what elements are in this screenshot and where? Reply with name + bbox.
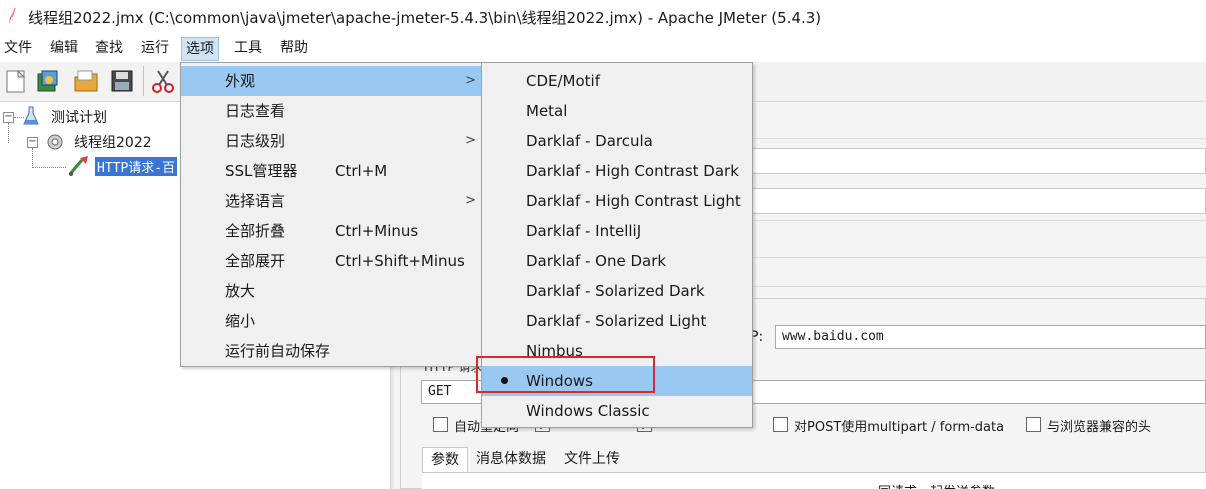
laf-darklaf-intellij[interactable]: Darklaf - IntelliJ (482, 216, 752, 246)
annotation-highlight-box (476, 356, 655, 393)
laf-windows-classic[interactable]: Windows Classic (482, 396, 752, 426)
menu-item-label: 外观 (225, 72, 256, 90)
laf-cde-motif[interactable]: CDE/Motif (482, 66, 752, 96)
menu-item-label: SSL管理器 (225, 162, 298, 180)
laf-label: Darklaf - Solarized Light (526, 312, 707, 330)
laf-label: Darklaf - One Dark (526, 252, 667, 270)
options-menu: 外观 > 日志查看 日志级别 > SSL管理器 Ctrl+M 选择语言 > 全部… (180, 62, 483, 367)
laf-label: Darklaf - Solarized Dark (526, 282, 705, 300)
menu-item-label: 运行前自动保存 (225, 342, 331, 360)
menu-item-log-level[interactable]: 日志级别 > (181, 126, 482, 156)
menu-item-zoom-out[interactable]: 缩小 (181, 306, 482, 336)
server-name-input[interactable]: www.baidu.com (775, 325, 1206, 349)
menu-file[interactable]: 文件 (0, 37, 36, 61)
new-icon[interactable] (3, 68, 29, 94)
tree-node-thread-group[interactable]: 线程组2022 (74, 132, 152, 152)
menu-edit[interactable]: 编辑 (46, 37, 82, 61)
multipart-label: 对POST使用multipart / form-data (794, 420, 1005, 435)
menu-help[interactable]: 帮助 (276, 37, 312, 61)
collapse-toggle-icon[interactable]: − (3, 112, 14, 123)
submenu-arrow-icon: > (465, 73, 476, 88)
menu-run[interactable]: 运行 (137, 37, 173, 61)
laf-darklaf-one-dark[interactable]: Darklaf - One Dark (482, 246, 752, 276)
parameters-header: 同请求一起发送参数 (878, 481, 995, 489)
browser-headers-checkbox[interactable] (1026, 417, 1041, 432)
tree-connector (32, 167, 66, 168)
menu-item-expand-all[interactable]: 全部展开 Ctrl+Shift+Minus (181, 246, 482, 276)
menu-item-zoom-in[interactable]: 放大 (181, 276, 482, 306)
menu-item-label: 选择语言 (225, 192, 286, 210)
menu-item-label: 缩小 (225, 312, 256, 330)
laf-darklaf-solarized-light[interactable]: Darklaf - Solarized Light (482, 306, 752, 336)
tab-parameters[interactable]: 参数 (422, 447, 468, 473)
menu-item-look-and-feel[interactable]: 外观 > (181, 66, 482, 96)
laf-darklaf-darcula[interactable]: Darklaf - Darcula (482, 126, 752, 156)
tab-body-data[interactable]: 消息体数据 (468, 447, 554, 473)
menu-item-label: 日志级别 (225, 132, 286, 150)
laf-darklaf-solarized-dark[interactable]: Darklaf - Solarized Dark (482, 276, 752, 306)
submenu-arrow-icon: > (465, 193, 476, 208)
templates-icon[interactable] (35, 68, 61, 94)
laf-label: Darklaf - Darcula (526, 132, 653, 150)
menu-item-shortcut: Ctrl+M (335, 162, 388, 180)
tree-node-test-plan[interactable]: 测试计划 (51, 107, 107, 127)
laf-label: CDE/Motif (526, 72, 601, 90)
parameters-table: 同请求一起发送参数 (422, 472, 1206, 489)
laf-metal[interactable]: Metal (482, 96, 752, 126)
laf-label: Windows Classic (526, 402, 650, 420)
open-icon[interactable] (73, 68, 99, 94)
http-sampler-icon (68, 156, 88, 176)
tree-connector (32, 148, 33, 168)
tab-file-upload[interactable]: 文件上传 (556, 447, 628, 473)
menu-tools[interactable]: 工具 (230, 37, 266, 61)
toolbar-separator (143, 66, 144, 96)
test-plan-icon (23, 106, 39, 125)
menu-item-autosave[interactable]: 运行前自动保存 (181, 336, 482, 366)
save-icon[interactable] (109, 68, 135, 94)
menu-item-label: 日志查看 (225, 102, 286, 120)
multipart-checkbox[interactable] (773, 417, 788, 432)
tree-connector (8, 123, 9, 143)
menu-item-label: 全部展开 (225, 252, 286, 270)
menu-item-label: 全部折叠 (225, 222, 286, 240)
jmeter-feather-icon (9, 8, 16, 24)
laf-label: Darklaf - High Contrast Light (526, 192, 741, 210)
menu-item-collapse-all[interactable]: 全部折叠 Ctrl+Minus (181, 216, 482, 246)
menu-item-shortcut: Ctrl+Minus (335, 222, 419, 240)
laf-label: Metal (526, 102, 568, 120)
menu-item-choose-language[interactable]: 选择语言 > (181, 186, 482, 216)
browser-headers-label: 与浏览器兼容的头 (1047, 420, 1152, 435)
submenu-arrow-icon: > (465, 133, 476, 148)
tree-node-http-request[interactable]: HTTP请求-百 (95, 157, 178, 176)
laf-label: Darklaf - High Contrast Dark (526, 162, 739, 180)
menu-item-shortcut: Ctrl+Shift+Minus (335, 252, 465, 270)
menu-item-log-viewer[interactable]: 日志查看 (181, 96, 482, 126)
window-title: 线程组2022.jmx (C:\common\java\jmeter\apach… (28, 9, 822, 27)
laf-darklaf-high-contrast-dark[interactable]: Darklaf - High Contrast Dark (482, 156, 752, 186)
menu-search[interactable]: 查找 (91, 37, 127, 61)
collapse-toggle-icon[interactable]: − (27, 137, 38, 148)
thread-group-icon (47, 134, 63, 150)
name-field[interactable] (751, 148, 1206, 174)
title-bar: 线程组2022.jmx (C:\common\java\jmeter\apach… (0, 0, 1206, 34)
menu-item-ssl-manager[interactable]: SSL管理器 Ctrl+M (181, 156, 482, 186)
redirect-checkbox[interactable] (433, 417, 448, 432)
laf-label: Darklaf - IntelliJ (526, 222, 642, 240)
cut-icon[interactable] (150, 68, 176, 94)
comments-field[interactable] (751, 188, 1206, 214)
menu-options[interactable]: 选项 (181, 37, 219, 61)
menu-item-label: 放大 (225, 282, 256, 300)
laf-darklaf-high-contrast-light[interactable]: Darklaf - High Contrast Light (482, 186, 752, 216)
